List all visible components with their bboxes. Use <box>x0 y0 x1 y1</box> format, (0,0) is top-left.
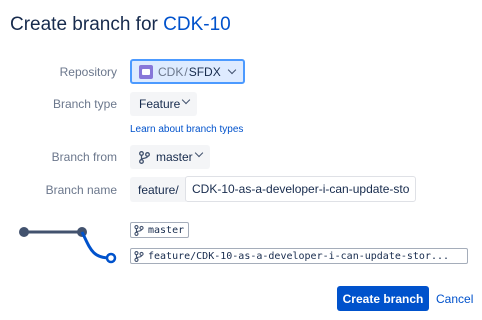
main-branch-start-node <box>19 227 29 237</box>
repository-separator: / <box>184 64 188 79</box>
source-branch-tag: master <box>130 222 190 238</box>
branch-type-label: Branch type <box>52 97 117 111</box>
branch-name-input[interactable] <box>185 176 416 202</box>
branch-type-value: Feature <box>139 97 181 111</box>
learn-branch-types-link[interactable]: Learn about branch types <box>130 124 243 135</box>
repository-name: SFDX <box>188 64 221 79</box>
issue-key: CDK-10 <box>163 14 231 35</box>
cancel-button[interactable]: Cancel <box>436 292 473 306</box>
dialog-title-prefix: Create branch for <box>10 14 158 35</box>
branch-type-select[interactable]: Feature <box>130 92 197 116</box>
chevron-down-icon <box>194 148 204 158</box>
branch-from-label: Branch from <box>51 150 117 164</box>
new-branch-line <box>80 231 111 260</box>
project-icon <box>139 64 153 79</box>
branch-from-select[interactable]: master <box>130 145 210 169</box>
chevron-down-icon <box>227 65 237 75</box>
create-branch-button[interactable]: Create branch <box>337 286 429 311</box>
repository-select[interactable]: CDK / SFDX <box>130 59 245 84</box>
branch-name-label: Branch name <box>45 183 117 197</box>
branch-icon <box>139 150 150 164</box>
branch-icon <box>134 250 144 262</box>
new-branch-name: feature/CDK-10-as-a-developer-i-can-upda… <box>148 250 450 262</box>
new-branch-tag: feature/CDK-10-as-a-developer-i-can-upda… <box>130 248 468 264</box>
repository-label: Repository <box>59 65 117 79</box>
repository-project: CDK <box>158 64 184 79</box>
new-branch-node <box>105 252 117 264</box>
branch-from-value: master <box>156 150 193 164</box>
branch-graph-diagram <box>19 227 117 264</box>
source-branch-name: master <box>148 224 185 236</box>
branch-prefix: feature/ <box>130 177 186 202</box>
chevron-down-icon <box>181 95 191 105</box>
branch-icon <box>134 224 144 236</box>
dialog-title: Create branch for CDK-10 <box>10 14 231 36</box>
